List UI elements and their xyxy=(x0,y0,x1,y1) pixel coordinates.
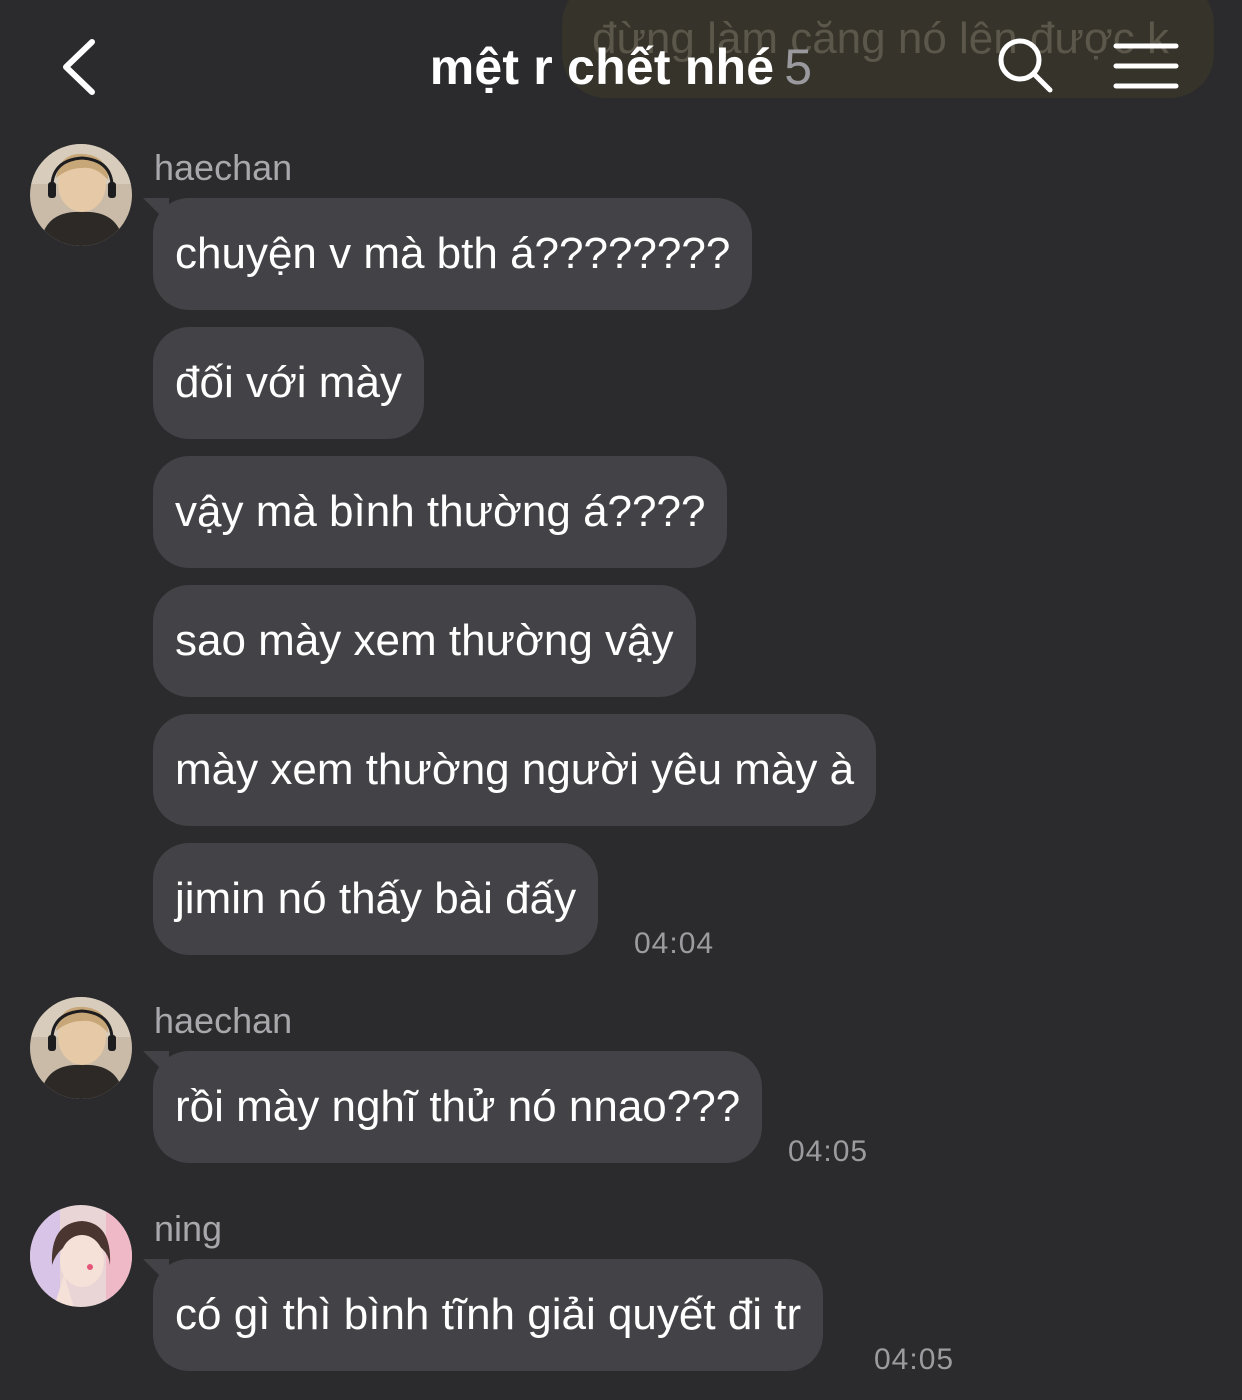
menu-button[interactable] xyxy=(1112,40,1180,92)
avatar-ning[interactable] xyxy=(30,1205,132,1307)
chat-header: mệt r chết nhé 5 xyxy=(0,0,1242,130)
sender-name: haechan xyxy=(154,1000,293,1041)
chat-screen: đừng làm căng nó lên được k mệt r chết n… xyxy=(0,0,1242,1400)
sender-name: haechan xyxy=(154,147,293,188)
search-icon xyxy=(998,38,1053,93)
menu-icon xyxy=(1113,43,1179,89)
message-bubble[interactable]: jimin nó thấy bài đấy xyxy=(153,843,599,955)
search-button[interactable] xyxy=(994,34,1058,98)
message-bubble[interactable]: có gì thì bình tĩnh giải quyết đi tr xyxy=(153,1259,824,1371)
message-bubble[interactable]: mày xem thường người yêu mày à xyxy=(153,714,877,826)
message-time: 04:04 xyxy=(634,927,715,960)
avatar-haechan[interactable] xyxy=(30,997,132,1099)
avatar-haechan[interactable] xyxy=(30,144,132,246)
message-time: 04:05 xyxy=(788,1135,869,1168)
sender-name: ning xyxy=(154,1208,223,1249)
member-count: 5 xyxy=(784,39,813,95)
message-time: 04:05 xyxy=(874,1343,955,1376)
message-bubble[interactable]: rồi mày nghĩ thử nó nnao??? xyxy=(153,1051,763,1163)
message-bubble[interactable]: chuyện v mà bth á???????? xyxy=(153,198,753,310)
message-bubble[interactable]: sao mày xem thường vậy xyxy=(153,585,696,697)
group-name: mệt r chết nhé xyxy=(429,39,775,95)
message-bubble[interactable]: đối với mày xyxy=(153,327,424,439)
message-bubble[interactable]: vậy mà bình thường á???? xyxy=(153,456,728,568)
